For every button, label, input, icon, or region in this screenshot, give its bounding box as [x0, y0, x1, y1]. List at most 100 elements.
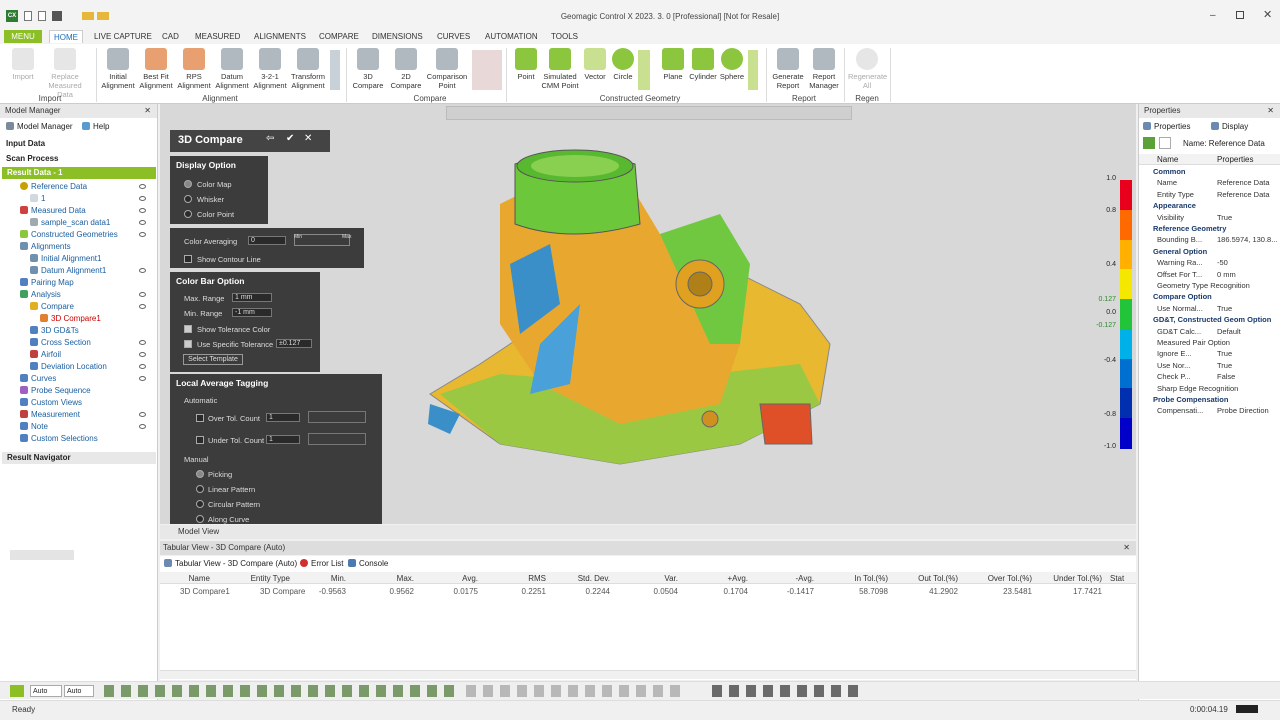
property-value[interactable]: 186.5974, 130.8...: [1217, 234, 1277, 245]
eye-icon[interactable]: [139, 304, 146, 309]
property-value[interactable]: True: [1217, 360, 1232, 371]
generate-report-button[interactable]: Generate Report: [770, 48, 806, 90]
property-value[interactable]: True: [1217, 212, 1232, 223]
col-plus-avg[interactable]: +Avg.: [698, 574, 748, 583]
max-range-input[interactable]: 1 mm: [232, 293, 272, 302]
regenerate-all-button[interactable]: Regenerate All: [848, 48, 887, 90]
selection-filter-1[interactable]: Auto: [30, 685, 62, 697]
sort-icon[interactable]: [1159, 137, 1171, 149]
property-row[interactable]: Geometry Type Recognition: [1139, 280, 1280, 291]
col-min[interactable]: Min.: [300, 574, 346, 583]
tab-display[interactable]: Display: [1211, 122, 1248, 131]
tab-console[interactable]: Console: [348, 559, 388, 568]
property-value[interactable]: 0 mm: [1217, 269, 1236, 280]
tree-3d-gdts[interactable]: 3D GD&Ts: [0, 325, 158, 337]
back-icon[interactable]: ⇦: [266, 133, 274, 144]
replace-measured-button[interactable]: Replace Measured Data: [40, 48, 90, 99]
tab-automation[interactable]: AUTOMATION: [481, 30, 542, 43]
tree-airfoil[interactable]: Airfoil: [0, 349, 158, 361]
eye-icon[interactable]: [139, 268, 146, 273]
property-value[interactable]: Default: [1217, 326, 1241, 337]
point-button[interactable]: Point: [512, 48, 540, 81]
over-tol-checkbox[interactable]: [196, 414, 204, 422]
vector-button[interactable]: Vector: [582, 48, 608, 81]
selection-tools[interactable]: [104, 685, 454, 697]
eye-icon[interactable]: [139, 184, 146, 189]
property-value[interactable]: -50: [1217, 257, 1228, 268]
property-row[interactable]: Offset For T... 0 mm: [1139, 269, 1280, 280]
tree-probe-sequence[interactable]: Probe Sequence: [0, 385, 158, 397]
tree-cross-section[interactable]: Cross Section: [0, 337, 158, 349]
tab-menu[interactable]: MENU: [4, 30, 42, 43]
property-row[interactable]: Warning Ra... -50: [1139, 257, 1280, 268]
property-row[interactable]: Sharp Edge Recognition: [1139, 383, 1280, 394]
cell-name[interactable]: 3D Compare1: [180, 587, 236, 596]
col-avg[interactable]: Avg.: [430, 574, 478, 583]
selection-filter-2[interactable]: Auto: [64, 685, 94, 697]
qat-save-icon[interactable]: [52, 11, 62, 21]
qat-open2-icon[interactable]: [97, 12, 109, 20]
tree-reference-1[interactable]: 1: [0, 193, 158, 205]
geometry-more-icon[interactable]: [748, 50, 758, 90]
import-button[interactable]: Import: [6, 48, 40, 81]
property-row[interactable]: Check P... False: [1139, 371, 1280, 382]
horizontal-scrollbar[interactable]: [160, 670, 1136, 679]
qat-open-icon[interactable]: [82, 12, 94, 20]
view-toolbar[interactable]: [446, 106, 852, 120]
radio-circular-pattern[interactable]: [196, 500, 204, 508]
tree-deviation-location[interactable]: Deviation Location: [0, 361, 158, 373]
tab-tabular-view[interactable]: Tabular View - 3D Compare (Auto): [164, 559, 297, 568]
section-input-data[interactable]: Input Data: [6, 139, 45, 148]
property-row[interactable]: Bounding B... 186.5974, 130.8...: [1139, 234, 1280, 245]
view-tools[interactable]: [712, 685, 862, 697]
col-stat[interactable]: Stat: [1110, 574, 1134, 583]
eye-icon[interactable]: [139, 412, 146, 417]
radio-whisker[interactable]: [184, 195, 192, 203]
tree-datum-alignment[interactable]: Datum Alignment1: [0, 265, 158, 277]
property-row[interactable]: Use Nor... True: [1139, 360, 1280, 371]
categorized-icon[interactable]: [1143, 137, 1155, 149]
transform-alignment-button[interactable]: Transform Alignment: [290, 48, 326, 90]
result-navigator[interactable]: Result Navigator: [2, 452, 156, 464]
tree-constructed-geometries[interactable]: Constructed Geometries: [0, 229, 158, 241]
radio-along-curve[interactable]: [196, 515, 204, 523]
comparison-point-button[interactable]: Comparison Point: [426, 48, 468, 90]
2d-compare-button[interactable]: 2D Compare: [388, 48, 424, 90]
3d-compare-button[interactable]: 3D Compare: [350, 48, 386, 90]
tab-measured[interactable]: MEASURED: [191, 30, 244, 43]
compare-tools-icon[interactable]: [472, 50, 502, 90]
property-category[interactable]: General Option: [1139, 246, 1280, 257]
property-row[interactable]: Name Reference Data: [1139, 177, 1280, 188]
section-scan-process[interactable]: Scan Process: [6, 154, 58, 163]
qat-new2-icon[interactable]: [38, 11, 46, 21]
selection-mode-icon[interactable]: [10, 685, 24, 697]
sphere-button[interactable]: Sphere: [718, 48, 746, 81]
use-specific-tolerance-checkbox[interactable]: [184, 340, 192, 348]
over-tol-input[interactable]: 1: [266, 413, 300, 422]
radio-color-map[interactable]: [184, 180, 192, 188]
property-category[interactable]: Appearance: [1139, 200, 1280, 211]
tab-curves[interactable]: CURVES: [433, 30, 474, 43]
tree-sample-scan[interactable]: sample_scan data1: [0, 217, 158, 229]
col-over-tol[interactable]: Over Tol.(%): [972, 574, 1032, 583]
property-category[interactable]: Probe Compensation: [1139, 394, 1280, 405]
property-row[interactable]: GD&T Calc... Default: [1139, 326, 1280, 337]
tab-live-capture[interactable]: LIVE CAPTURE: [90, 30, 156, 43]
plane-button[interactable]: Plane: [660, 48, 686, 81]
col-out-tol[interactable]: Out Tol.(%): [902, 574, 958, 583]
minimize-icon[interactable]: –: [1210, 10, 1216, 21]
property-value[interactable]: Reference Data: [1217, 189, 1270, 200]
col-under-tol[interactable]: Under Tol.(%): [1040, 574, 1102, 583]
close-icon[interactable]: ✕: [1263, 8, 1272, 21]
property-category[interactable]: Common: [1139, 166, 1280, 177]
under-tol-slider[interactable]: [308, 433, 366, 445]
property-row[interactable]: Visibility True: [1139, 212, 1280, 223]
property-row[interactable]: Use Normal... True: [1139, 303, 1280, 314]
radio-picking[interactable]: [196, 470, 204, 478]
property-row[interactable]: Entity Type Reference Data: [1139, 189, 1280, 200]
under-tol-input[interactable]: 1: [266, 435, 300, 444]
min-range-input[interactable]: -1 mm: [232, 308, 272, 317]
tree-measured-data[interactable]: Measured Data: [0, 205, 158, 217]
close-tabular-icon[interactable]: ✕: [1123, 541, 1130, 555]
tree-measurement[interactable]: Measurement: [0, 409, 158, 421]
